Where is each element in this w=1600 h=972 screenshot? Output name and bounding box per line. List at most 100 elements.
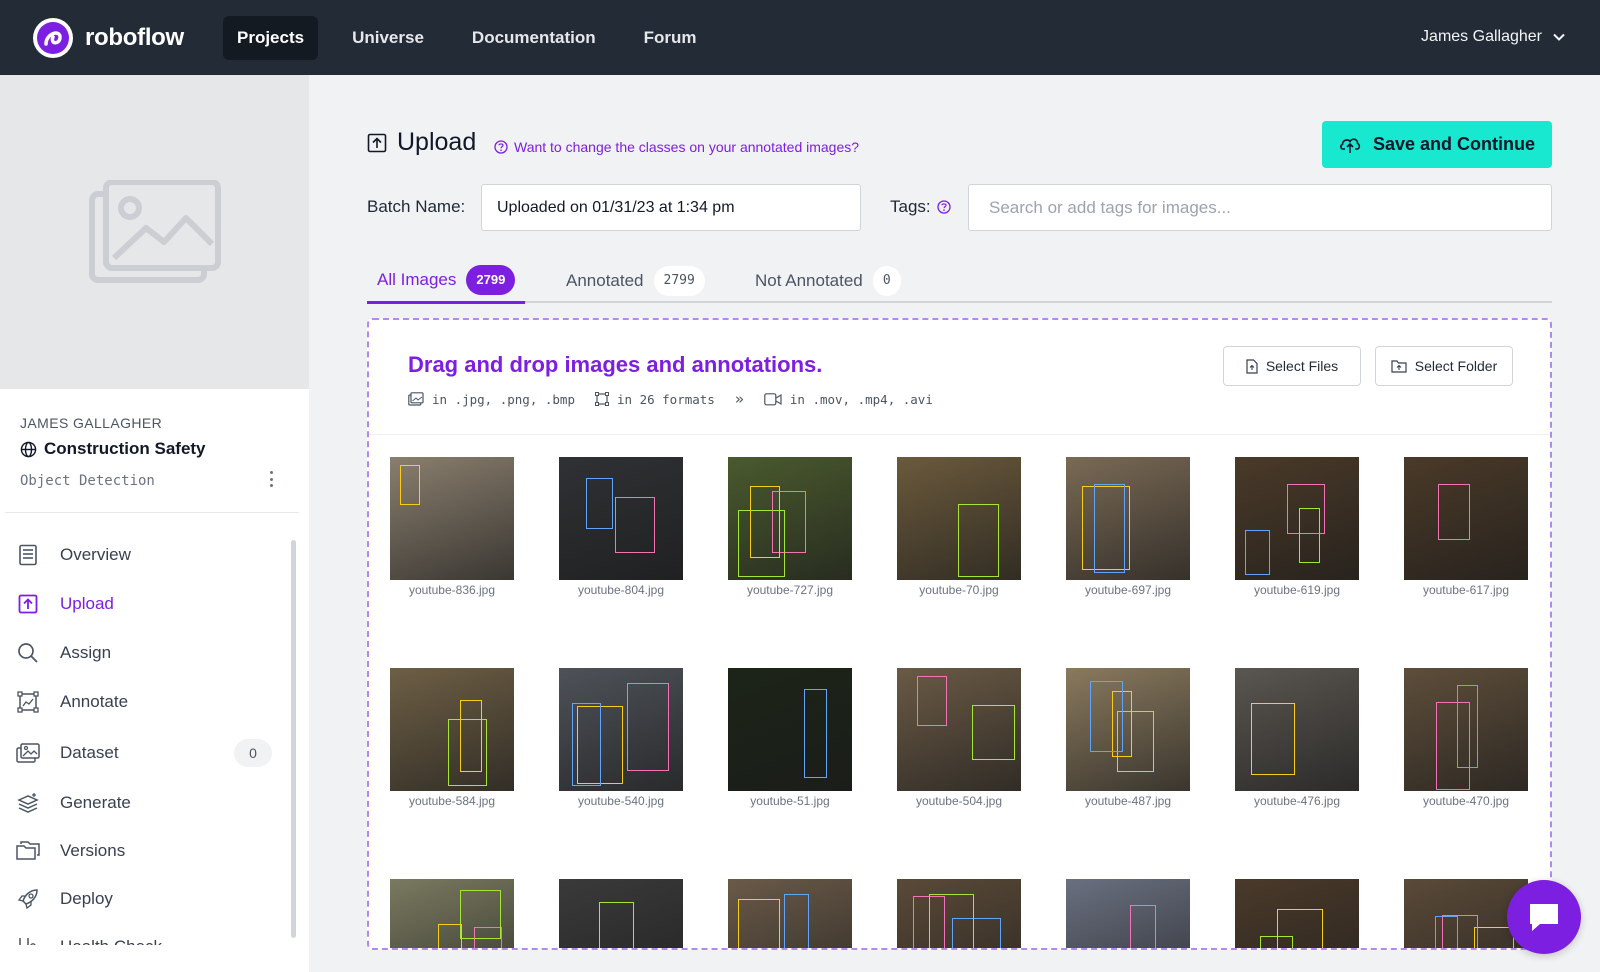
sidebar-scrollbar[interactable] xyxy=(291,540,296,938)
chat-widget-button[interactable] xyxy=(1507,880,1581,954)
annotation-box xyxy=(1438,484,1470,540)
thumbnail-image xyxy=(1404,668,1528,791)
thumbnail-image xyxy=(897,457,1021,580)
sidebar-item-label: Dataset xyxy=(60,743,119,762)
annotation-box xyxy=(1436,702,1470,790)
image-thumbnail[interactable]: youtube-697.jpg xyxy=(1066,457,1190,597)
image-thumbnail[interactable] xyxy=(728,879,852,948)
help-circle-icon[interactable] xyxy=(936,200,951,214)
annotation-box xyxy=(627,683,669,771)
tab-not-annotated[interactable]: Not Annotated 0 xyxy=(755,258,901,303)
sidebar-item-dataset[interactable]: Dataset 0 xyxy=(16,733,282,773)
annotation-box xyxy=(586,478,613,529)
image-thumbnail[interactable] xyxy=(897,879,1021,948)
image-thumbnail[interactable]: youtube-836.jpg xyxy=(390,457,514,597)
thumbnail-image xyxy=(1404,457,1528,580)
annotation-box xyxy=(972,705,1015,760)
thumbnail-image xyxy=(390,879,514,948)
project-name[interactable]: Construction Safety xyxy=(20,439,206,459)
batch-name-input[interactable] xyxy=(481,184,861,231)
dataset-icon xyxy=(16,741,40,765)
select-folder-label: Select Folder xyxy=(1414,358,1498,374)
nav-forum[interactable]: Forum xyxy=(630,16,711,60)
thumbnail-image xyxy=(390,668,514,791)
sidebar-item-health-check[interactable]: Health Check xyxy=(16,927,282,945)
annotation-box xyxy=(1442,915,1478,948)
nav-documentation[interactable]: Documentation xyxy=(458,16,610,60)
change-classes-link[interactable]: Want to change the classes on your annot… xyxy=(494,139,859,155)
tab-annotated[interactable]: Annotated 2799 xyxy=(566,258,705,303)
thumbnail-filename: youtube-540.jpg xyxy=(577,794,665,808)
image-thumbnail[interactable]: youtube-487.jpg xyxy=(1066,668,1190,808)
bounding-box-icon xyxy=(595,392,609,406)
user-menu[interactable]: James Gallagher xyxy=(1421,28,1566,46)
sidebar-item-annotate[interactable]: Annotate xyxy=(16,682,282,722)
annotation-box xyxy=(400,465,420,505)
image-thumbnail[interactable]: youtube-540.jpg xyxy=(559,668,683,808)
image-thumbnail[interactable]: youtube-619.jpg xyxy=(1235,457,1359,597)
thumbnail-image xyxy=(897,879,1021,948)
annotation-box xyxy=(738,899,780,948)
thumbnail-image xyxy=(897,668,1021,791)
annotation-box xyxy=(804,689,827,778)
upload-dropzone[interactable]: Drag and drop images and annotations. in… xyxy=(367,318,1552,950)
sidebar-item-overview[interactable]: Overview xyxy=(16,535,282,575)
image-thumbnail[interactable]: youtube-727.jpg xyxy=(728,457,852,597)
thumbnail-image xyxy=(1066,668,1190,791)
thumbnail-filename: youtube-470.jpg xyxy=(1422,794,1510,808)
tags-label: Tags: xyxy=(890,197,951,217)
project-menu-icon[interactable] xyxy=(265,468,277,490)
dropzone-header: Drag and drop images and annotations. in… xyxy=(369,320,1550,435)
image-thumbnail[interactable]: youtube-584.jpg xyxy=(390,668,514,808)
thumbnail-image xyxy=(1066,457,1190,580)
sidebar-item-deploy[interactable]: Deploy xyxy=(16,879,282,919)
annotation-box xyxy=(460,700,482,772)
folder-icon xyxy=(1391,359,1407,373)
nav-universe[interactable]: Universe xyxy=(338,16,438,60)
image-thumbnail[interactable] xyxy=(1066,879,1190,948)
image-thumbnail[interactable]: youtube-476.jpg xyxy=(1235,668,1359,808)
user-name: James Gallagher xyxy=(1421,28,1542,45)
annotation-box xyxy=(438,924,462,948)
tab-label: All Images xyxy=(377,269,457,289)
project-name-label: Construction Safety xyxy=(44,439,206,458)
tab-all-images[interactable]: All Images 2799 xyxy=(367,258,526,304)
annotation-box xyxy=(750,486,780,558)
save-and-continue-button[interactable]: Save and Continue xyxy=(1322,121,1552,168)
image-thumbnail[interactable]: youtube-617.jpg xyxy=(1404,457,1528,597)
versions-icon xyxy=(16,839,40,863)
formats-expand-arrow[interactable]: » xyxy=(735,390,744,408)
select-files-button[interactable]: Select Files xyxy=(1223,346,1361,386)
page-title: Upload xyxy=(367,128,476,157)
annotation-box xyxy=(958,504,999,577)
thumbnail-image xyxy=(1235,879,1359,948)
sidebar-item-generate[interactable]: Generate xyxy=(16,783,282,823)
image-thumbnail[interactable]: youtube-504.jpg xyxy=(897,668,1021,808)
tags-search-input[interactable] xyxy=(968,184,1552,231)
image-thumbnail[interactable] xyxy=(1235,879,1359,948)
image-thumbnail[interactable]: youtube-470.jpg xyxy=(1404,668,1528,808)
roboflow-logo[interactable]: roboflow xyxy=(33,17,211,58)
thumbnail-image xyxy=(1235,668,1359,791)
annotation-box xyxy=(572,703,601,786)
tags-label-text: Tags: xyxy=(890,197,931,216)
image-thumbnail[interactable]: youtube-804.jpg xyxy=(559,457,683,597)
image-thumbnail[interactable] xyxy=(390,879,514,948)
thumbnail-filename: youtube-617.jpg xyxy=(1422,583,1510,597)
sidebar-item-assign[interactable]: Assign xyxy=(16,633,282,673)
image-thumbnail[interactable]: youtube-70.jpg xyxy=(897,457,1021,597)
sidebar-item-upload[interactable]: Upload xyxy=(16,584,282,624)
image-thumbnail[interactable]: youtube-51.jpg xyxy=(728,668,852,808)
batch-name-label: Batch Name: xyxy=(367,197,466,216)
thumbnail-filename: youtube-727.jpg xyxy=(746,583,834,597)
sidebar-item-versions[interactable]: Versions xyxy=(16,831,282,871)
image-thumbnail[interactable] xyxy=(559,879,683,948)
search-icon xyxy=(16,641,40,665)
overview-icon xyxy=(16,543,40,567)
supported-formats: in .jpg, .png, .bmp in 26 formats » in .… xyxy=(408,390,953,408)
annotation-formats-text: in 26 formats xyxy=(617,391,715,407)
project-thumbnail xyxy=(0,75,309,389)
thumbnail-image xyxy=(1235,457,1359,580)
nav-projects[interactable]: Projects xyxy=(223,15,319,60)
select-folder-button[interactable]: Select Folder xyxy=(1375,346,1513,386)
